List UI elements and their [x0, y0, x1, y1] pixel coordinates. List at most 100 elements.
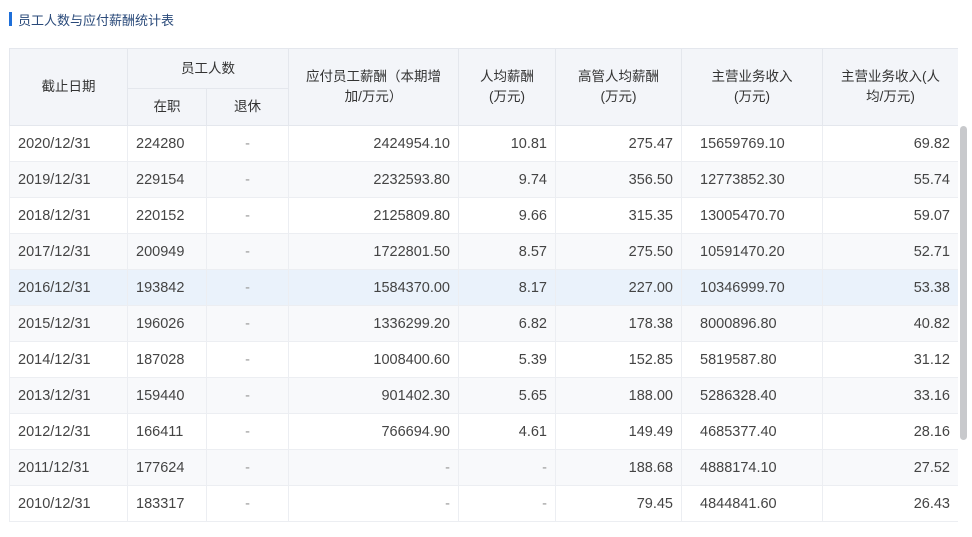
cell-revenue-per: 33.16 [822, 377, 958, 414]
cell-avg-salary: - [458, 485, 556, 522]
table-row[interactable]: 2011/12/31 177624- - -188.68 4888174.10 27.52 [9, 449, 958, 486]
cell-avg-salary: 8.17 [458, 269, 556, 306]
cell-payable: 1336299.20 [288, 305, 459, 342]
table-row[interactable]: 2014/12/31 187028-1008400.60 5.39 152.85 581… [9, 341, 958, 378]
cell-avg-salary: 10.81 [458, 125, 556, 162]
cell-revenue-per: 53.38 [822, 269, 958, 306]
cell-active: 187028 [127, 341, 207, 378]
table-row[interactable]: 2019/12/31 229154-2232593.80 9.74 356.50 127… [9, 161, 958, 198]
cell-retired: - [206, 161, 289, 198]
cell-revenue-per: 27.52 [822, 449, 958, 486]
cell-active: 177624 [127, 449, 207, 486]
cell-date: 2018/12/31 [9, 197, 128, 234]
title-text: 员工人数与应付薪酬统计表 [18, 13, 175, 29]
table-scrollbar[interactable] [960, 48, 968, 523]
header-avg-salary[interactable]: 人均薪酬(万元) [458, 48, 556, 126]
cell-revenue: 15659769.10 [681, 125, 823, 162]
cell-date: 2020/12/31 [9, 125, 128, 162]
header-employees: 员工人数 [127, 48, 289, 89]
cell-exec-avg: 152.85 [555, 341, 682, 378]
cell-retired: - [206, 485, 289, 522]
cell-revenue: 10591470.20 [681, 233, 823, 270]
header-date[interactable]: 截止日期 [9, 48, 128, 126]
cell-active: 220152 [127, 197, 207, 234]
cell-avg-salary: 9.74 [458, 161, 556, 198]
section-title: 员工人数与应付薪酬统计表 [9, 10, 175, 29]
header-payable[interactable]: 应付员工薪酬（本期增加/万元） [288, 48, 459, 126]
header-exec-avg[interactable]: 高管人均薪酬(万元) [555, 48, 682, 126]
cell-revenue: 12773852.30 [681, 161, 823, 198]
header-revenue-per[interactable]: 主营业务收入(人均/万元) [822, 48, 958, 126]
cell-retired: - [206, 413, 289, 450]
cell-retired: - [206, 269, 289, 306]
table-row[interactable]: 2016/12/31 193842-1584370.00 8.17 227.00 103… [9, 269, 958, 306]
cell-revenue: 5286328.40 [681, 377, 823, 414]
header-retired[interactable]: 退休 [206, 88, 289, 126]
table-row[interactable]: 2010/12/31 183317- - -79.45 4844841.60 26.43 [9, 485, 958, 522]
scrollbar-thumb[interactable] [960, 126, 967, 440]
cell-active: 159440 [127, 377, 207, 414]
cell-revenue: 4888174.10 [681, 449, 823, 486]
cell-revenue: 4844841.60 [681, 485, 823, 522]
cell-revenue-per: 40.82 [822, 305, 958, 342]
cell-date: 2013/12/31 [9, 377, 128, 414]
cell-revenue: 10346999.70 [681, 269, 823, 306]
table-row[interactable]: 2020/12/31 224280-2424954.10 10.81 275.47 15… [9, 125, 958, 162]
cell-retired: - [206, 305, 289, 342]
cell-exec-avg: 149.49 [555, 413, 682, 450]
cell-payable: 1584370.00 [288, 269, 459, 306]
table-row[interactable]: 2015/12/31 196026-1336299.20 6.82 178.38 800… [9, 305, 958, 342]
title-accent-bar [9, 12, 12, 26]
cell-payable: 2424954.10 [288, 125, 459, 162]
cell-revenue-per: 28.16 [822, 413, 958, 450]
cell-exec-avg: 275.50 [555, 233, 682, 270]
cell-payable: 2232593.80 [288, 161, 459, 198]
cell-active: 224280 [127, 125, 207, 162]
table-row[interactable]: 2017/12/31 200949-1722801.50 8.57 275.50 105… [9, 233, 958, 270]
cell-revenue: 4685377.40 [681, 413, 823, 450]
cell-exec-avg: 79.45 [555, 485, 682, 522]
table-row[interactable]: 2018/12/31 220152-2125809.80 9.66 315.35 130… [9, 197, 958, 234]
cell-payable: 766694.90 [288, 413, 459, 450]
table-row[interactable]: 2013/12/31 159440-901402.30 5.65 188.00 5286… [9, 377, 958, 414]
cell-revenue-per: 69.82 [822, 125, 958, 162]
cell-exec-avg: 315.35 [555, 197, 682, 234]
cell-revenue: 8000896.80 [681, 305, 823, 342]
cell-payable: 1722801.50 [288, 233, 459, 270]
cell-avg-salary: - [458, 449, 556, 486]
cell-active: 193842 [127, 269, 207, 306]
cell-avg-salary: 4.61 [458, 413, 556, 450]
cell-avg-salary: 5.39 [458, 341, 556, 378]
cell-exec-avg: 356.50 [555, 161, 682, 198]
cell-retired: - [206, 233, 289, 270]
cell-revenue: 13005470.70 [681, 197, 823, 234]
stats-table-container: 截止日期 员工人数 应付员工薪酬（本期增加/万元） 人均薪酬(万元) 高管人均薪… [9, 48, 958, 523]
cell-retired: - [206, 125, 289, 162]
cell-date: 2011/12/31 [9, 449, 128, 486]
cell-revenue-per: 31.12 [822, 341, 958, 378]
cell-revenue: 5819587.80 [681, 341, 823, 378]
cell-avg-salary: 6.82 [458, 305, 556, 342]
cell-date: 2010/12/31 [9, 485, 128, 522]
cell-date: 2014/12/31 [9, 341, 128, 378]
cell-retired: - [206, 449, 289, 486]
table-row[interactable]: 2012/12/31 166411-766694.90 4.61 149.49 4685… [9, 413, 958, 450]
cell-active: 183317 [127, 485, 207, 522]
cell-revenue-per: 55.74 [822, 161, 958, 198]
cell-exec-avg: 188.68 [555, 449, 682, 486]
cell-active: 166411 [127, 413, 207, 450]
cell-payable: - [288, 485, 459, 522]
stats-table: 截止日期 员工人数 应付员工薪酬（本期增加/万元） 人均薪酬(万元) 高管人均薪… [9, 48, 958, 522]
header-active[interactable]: 在职 [127, 88, 207, 126]
cell-retired: - [206, 197, 289, 234]
cell-date: 2017/12/31 [9, 233, 128, 270]
cell-payable: 2125809.80 [288, 197, 459, 234]
header-revenue[interactable]: 主营业务收入(万元) [681, 48, 823, 126]
cell-revenue-per: 52.71 [822, 233, 958, 270]
cell-date: 2019/12/31 [9, 161, 128, 198]
cell-exec-avg: 188.00 [555, 377, 682, 414]
cell-retired: - [206, 377, 289, 414]
cell-active: 229154 [127, 161, 207, 198]
cell-active: 200949 [127, 233, 207, 270]
cell-avg-salary: 9.66 [458, 197, 556, 234]
